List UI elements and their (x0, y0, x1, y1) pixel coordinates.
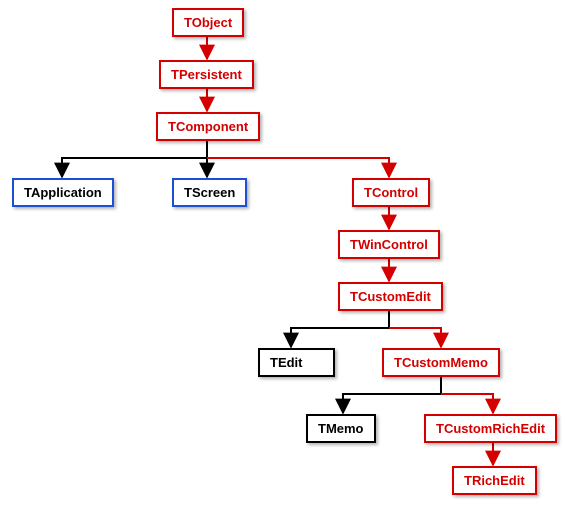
node-tpersistent: TPersistent (159, 60, 254, 89)
node-tobject: TObject (172, 8, 244, 37)
node-tedit: TEdit (258, 348, 335, 377)
edge-tcustommemo-tcustomrichedit (441, 394, 493, 413)
node-tcustomedit: TCustomEdit (338, 282, 443, 311)
node-tscreen: TScreen (172, 178, 247, 207)
edge-tcomponent-tapplication (62, 158, 207, 177)
edge-tcustomedit-tedit (291, 328, 389, 347)
node-twincontrol: TWinControl (338, 230, 440, 259)
node-tcustommemo: TCustomMemo (382, 348, 500, 377)
node-tcustomrichedit: TCustomRichEdit (424, 414, 557, 443)
edge-tcustommemo-tmemo (343, 394, 441, 413)
edge-tcustomedit-tcustommemo (389, 328, 441, 347)
edge-layer (0, 0, 577, 522)
node-trichedit: TRichEdit (452, 466, 537, 495)
node-tmemo: TMemo (306, 414, 376, 443)
node-tapplication: TApplication (12, 178, 114, 207)
hierarchy-diagram: TObject TPersistent TComponent TApplicat… (0, 0, 577, 522)
edge-tcomponent-tcontrol (207, 158, 389, 177)
node-tcontrol: TControl (352, 178, 430, 207)
node-tcomponent: TComponent (156, 112, 260, 141)
